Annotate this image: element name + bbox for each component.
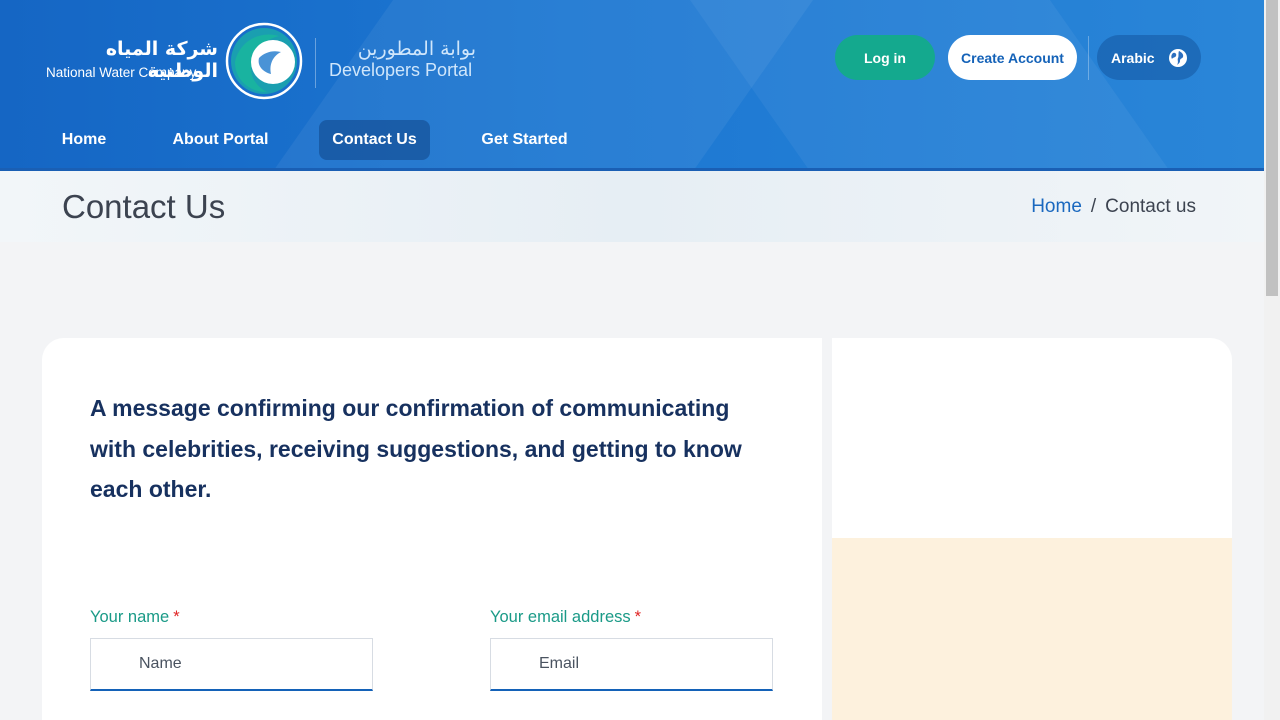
nav-item-home[interactable]: Home <box>46 120 122 160</box>
required-marker: * <box>634 608 642 626</box>
globe-icon <box>1169 49 1187 67</box>
name-field-label: Your name * <box>90 608 180 627</box>
logo-divider <box>315 38 316 88</box>
email-field-label: Your email address * <box>490 608 641 627</box>
name-label-text: Your name <box>90 608 170 626</box>
create-account-button[interactable]: Create Account <box>948 35 1077 80</box>
language-switch-button[interactable]: Arabic <box>1097 35 1201 80</box>
login-button[interactable]: Log in <box>835 35 935 80</box>
email-input[interactable] <box>490 638 773 691</box>
nav-item-get-started[interactable]: Get Started <box>468 120 581 160</box>
company-logo[interactable]: شركة المياه الوطنية National Water Compa… <box>44 22 484 102</box>
page-title-bar: Contact Us Home / Contact us <box>0 171 1264 242</box>
breadcrumb: Home / Contact us <box>1031 196 1196 218</box>
required-marker: * <box>173 608 180 626</box>
language-label: Arabic <box>1111 49 1155 66</box>
portal-name-english: Developers Portal <box>329 60 473 80</box>
site-header: شركة المياه الوطنية National Water Compa… <box>0 0 1264 171</box>
contact-intro-message: A message confirming our confirmation of… <box>90 395 742 502</box>
side-panel-bottom <box>832 538 1232 720</box>
email-label-text: Your email address <box>490 608 631 626</box>
breadcrumb-separator: / <box>1090 196 1097 217</box>
name-input[interactable] <box>90 638 373 691</box>
page-title: Contact Us <box>62 188 226 225</box>
nav-item-contact-us[interactable]: Contact Us <box>319 120 430 160</box>
nav-item-about-portal[interactable]: About Portal <box>160 120 281 160</box>
header-divider <box>1088 36 1089 80</box>
side-panel-top <box>832 338 1232 538</box>
contact-form-card: A message confirming our confirmation of… <box>42 338 822 720</box>
water-drop-logo-icon <box>225 22 303 100</box>
company-name-english: National Water Company <box>46 65 197 80</box>
scrollbar-thumb[interactable] <box>1266 0 1278 296</box>
breadcrumb-home-link[interactable]: Home <box>1031 196 1082 218</box>
header-decoration <box>675 0 1205 168</box>
portal-name-arabic: بوابة المطورين <box>357 38 476 60</box>
breadcrumb-current: Contact us <box>1105 196 1196 217</box>
